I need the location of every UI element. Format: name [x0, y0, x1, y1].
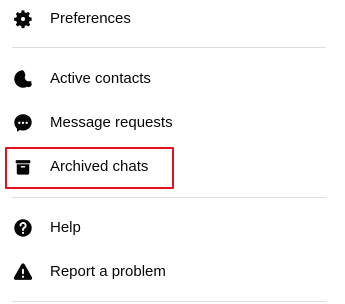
gear-icon: [12, 8, 34, 30]
divider: [12, 47, 326, 48]
active-contacts-icon: [12, 68, 34, 90]
menu-item-label: Preferences: [50, 10, 131, 27]
warning-icon: [12, 261, 34, 283]
menu-item-label: Report a problem: [50, 263, 166, 280]
divider: [12, 197, 326, 198]
archive-box-icon: [12, 156, 34, 178]
settings-menu: Preferences Active contacts Message requ…: [0, 0, 345, 304]
chat-bubble-icon: [12, 112, 34, 134]
menu-item-active-contacts[interactable]: Active contacts: [0, 59, 340, 99]
menu-item-label: Active contacts: [50, 70, 151, 87]
divider: [12, 301, 326, 302]
question-icon: [12, 217, 34, 239]
menu-item-message-requests[interactable]: Message requests: [0, 103, 340, 143]
menu-item-help[interactable]: Help: [0, 208, 340, 248]
menu-item-label: Archived chats: [50, 158, 149, 175]
menu-item-label: Message requests: [50, 114, 173, 131]
menu-item-archived-chats[interactable]: Archived chats: [0, 147, 340, 187]
menu-item-report-problem[interactable]: Report a problem: [0, 252, 340, 292]
menu-item-preferences[interactable]: Preferences: [0, 0, 340, 39]
menu-item-label: Help: [50, 219, 81, 236]
